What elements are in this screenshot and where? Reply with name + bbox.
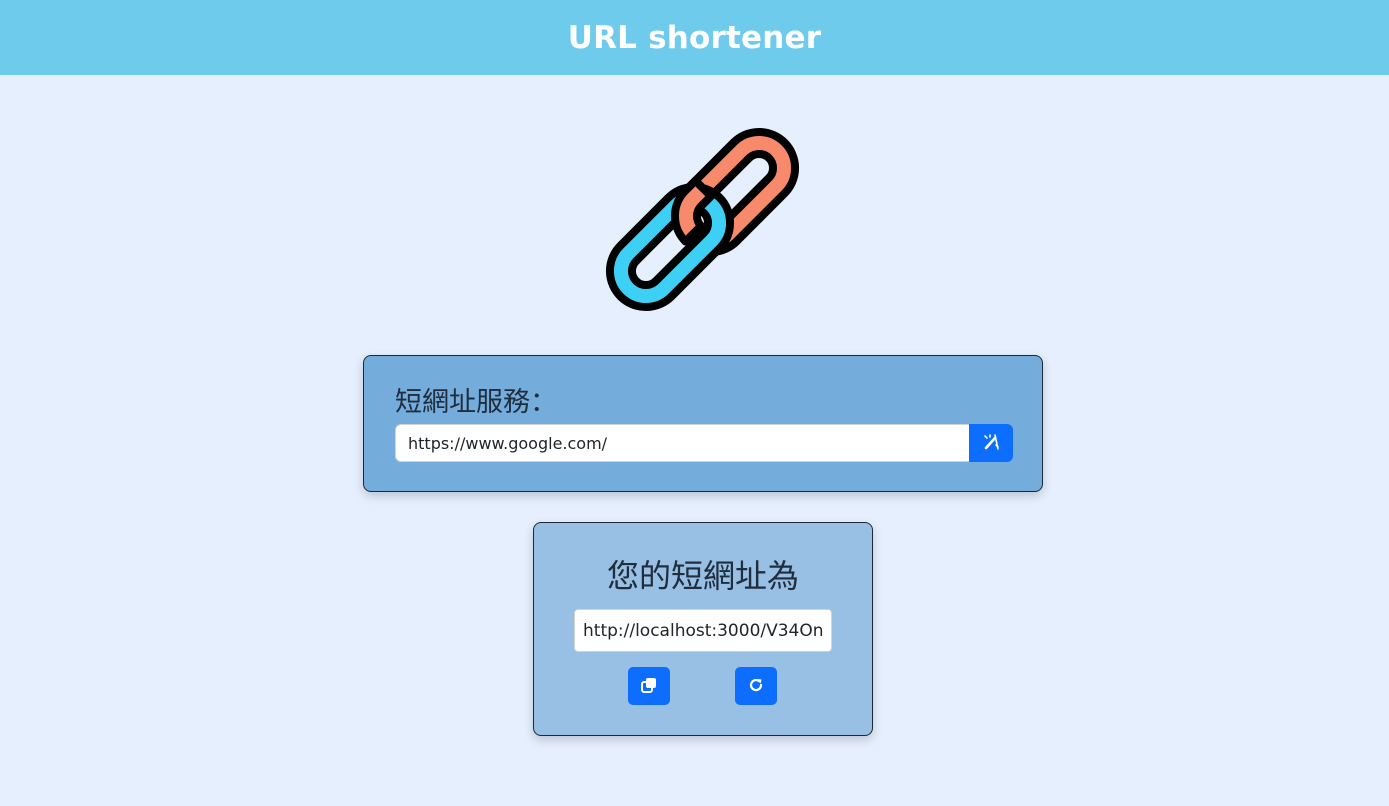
copy-button[interactable] — [628, 667, 670, 705]
url-input-group — [395, 424, 1013, 462]
shorten-button[interactable] — [969, 424, 1013, 462]
top-navbar: URL shortener — [0, 0, 1389, 75]
url-input[interactable] — [395, 424, 969, 462]
magic-wand-icon — [982, 433, 1000, 454]
reload-icon — [748, 677, 764, 696]
short-url-field[interactable] — [574, 609, 832, 652]
result-title: 您的短網址為 — [606, 557, 799, 595]
copy-icon — [641, 677, 657, 696]
app-title: URL shortener — [567, 19, 822, 56]
reload-button[interactable] — [735, 667, 777, 705]
result-card: 您的短網址為 — [533, 522, 873, 736]
chain-link-icon — [600, 112, 806, 318]
shorten-form-card: 短網址服務： — [363, 355, 1043, 492]
form-label: 短網址服務： — [395, 387, 557, 418]
